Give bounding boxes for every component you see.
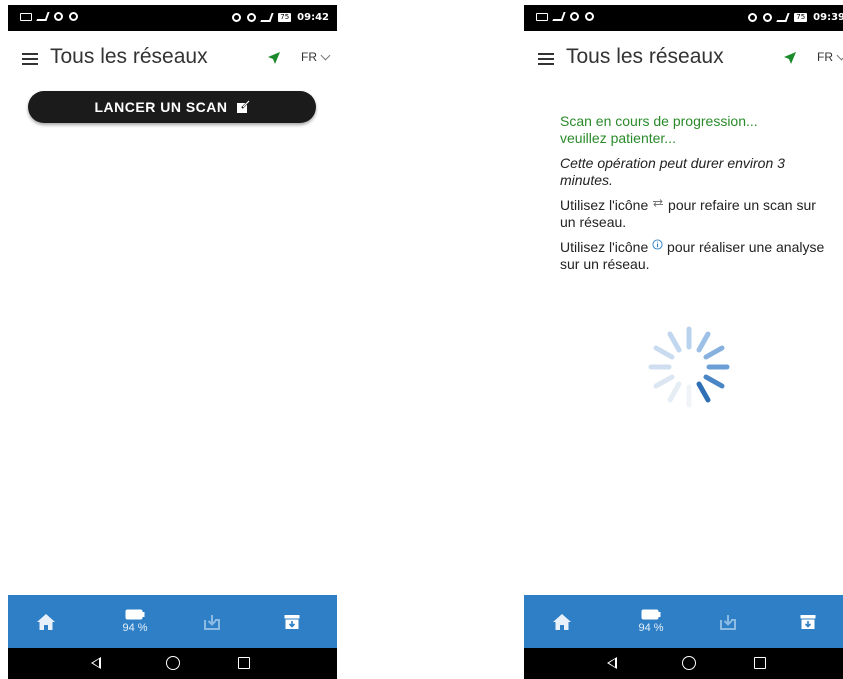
analyze-hint-start: Utilisez l'icône	[560, 239, 649, 255]
battery-percent: 94 %	[638, 622, 664, 634]
battery-icon	[641, 609, 661, 620]
status-left-icons	[20, 12, 78, 21]
nav-archive[interactable]	[790, 595, 826, 648]
menu-icon[interactable]	[22, 53, 38, 65]
eye-icon	[748, 13, 758, 22]
nav-battery[interactable]: 94 %	[110, 595, 160, 648]
app-header: Tous les réseaux FR	[524, 31, 843, 87]
bluetooth-icon	[260, 13, 274, 22]
battery-status-icon: 75	[278, 13, 292, 22]
info-icon	[652, 239, 663, 250]
alarm-icon	[763, 13, 773, 22]
notification-icon	[20, 12, 32, 21]
archive-icon	[800, 614, 816, 629]
language-selector[interactable]: FR	[301, 50, 331, 64]
wifi-icon	[570, 12, 579, 21]
phone-screen-left: 75 09:42 Tous les réseaux FR LANCER UN S…	[8, 5, 337, 679]
language-label: FR	[301, 50, 317, 64]
system-navigation-bar	[8, 648, 337, 679]
progress-line-2: veuillez patienter...	[560, 130, 676, 146]
back-icon[interactable]	[91, 657, 101, 669]
home-circle-icon[interactable]	[682, 656, 696, 670]
recent-apps-icon[interactable]	[754, 657, 766, 669]
vpn-icon	[69, 12, 78, 21]
status-clock: 09:42	[297, 12, 329, 23]
scan-progress-message: Scan en cours de progression... veuillez…	[560, 113, 830, 147]
status-bar: 75 09:39	[524, 5, 843, 31]
status-left-icons	[536, 12, 594, 21]
nav-archive[interactable]	[274, 595, 310, 648]
language-selector[interactable]: FR	[817, 50, 843, 64]
app-header: Tous les réseaux FR	[8, 31, 337, 87]
bottom-navigation: 94 %	[8, 595, 337, 648]
bottom-navigation: 94 %	[524, 595, 843, 648]
location-arrow-icon[interactable]	[267, 51, 281, 65]
nav-download[interactable]	[710, 595, 746, 648]
progress-line-1: Scan en cours de progression...	[560, 113, 758, 129]
eye-icon	[232, 13, 242, 22]
nav-home[interactable]	[544, 595, 580, 648]
battery-percent: 94 %	[122, 622, 148, 634]
duration-note: Cette opération peut durer environ 3 min…	[560, 155, 785, 188]
notification-icon	[536, 12, 548, 21]
chevron-down-icon	[320, 50, 331, 60]
nav-download[interactable]	[194, 595, 230, 648]
analyze-hint: Utilisez l'icône pour réaliser une analy…	[560, 239, 830, 273]
download-icon	[204, 614, 220, 630]
nav-battery[interactable]: 94 %	[626, 595, 676, 648]
external-link-icon	[236, 100, 250, 113]
status-right-icons: 75 09:42	[232, 12, 329, 23]
nav-home[interactable]	[28, 595, 64, 648]
page-title: Tous les réseaux	[50, 45, 208, 68]
status-right-icons: 75 09:39	[748, 12, 843, 23]
download-icon	[720, 614, 736, 630]
home-circle-icon[interactable]	[166, 656, 180, 670]
home-icon	[37, 613, 55, 630]
status-bar: 75 09:42	[8, 5, 337, 31]
page-title: Tous les réseaux	[566, 45, 724, 68]
battery-status-icon: 75	[794, 13, 808, 22]
repeat-icon	[653, 199, 664, 207]
start-scan-button[interactable]: LANCER UN SCAN	[28, 91, 316, 123]
system-navigation-bar	[524, 648, 843, 679]
battery-icon	[125, 609, 145, 620]
signal-icon	[552, 12, 566, 21]
chevron-down-icon	[836, 50, 843, 60]
signal-icon	[36, 12, 50, 21]
vpn-icon	[585, 12, 594, 21]
status-clock: 09:39	[813, 12, 843, 23]
menu-icon[interactable]	[538, 53, 554, 65]
scan-progress-panel: Scan en cours de progression... veuillez…	[560, 113, 830, 281]
rescan-hint: Utilisez l'icône pour refaire un scan su…	[560, 197, 830, 231]
wifi-icon	[54, 12, 63, 21]
bluetooth-icon	[776, 13, 790, 22]
archive-icon	[284, 614, 300, 629]
location-arrow-icon[interactable]	[783, 51, 797, 65]
back-icon[interactable]	[607, 657, 617, 669]
rescan-hint-start: Utilisez l'icône	[560, 197, 649, 213]
language-label: FR	[817, 50, 833, 64]
start-scan-label: LANCER UN SCAN	[94, 99, 228, 115]
loading-spinner-icon	[648, 326, 730, 408]
phone-screen-right: 75 09:39 Tous les réseaux FR Scan en cou…	[524, 5, 843, 679]
alarm-icon	[247, 13, 257, 22]
recent-apps-icon[interactable]	[238, 657, 250, 669]
home-icon	[553, 613, 571, 630]
